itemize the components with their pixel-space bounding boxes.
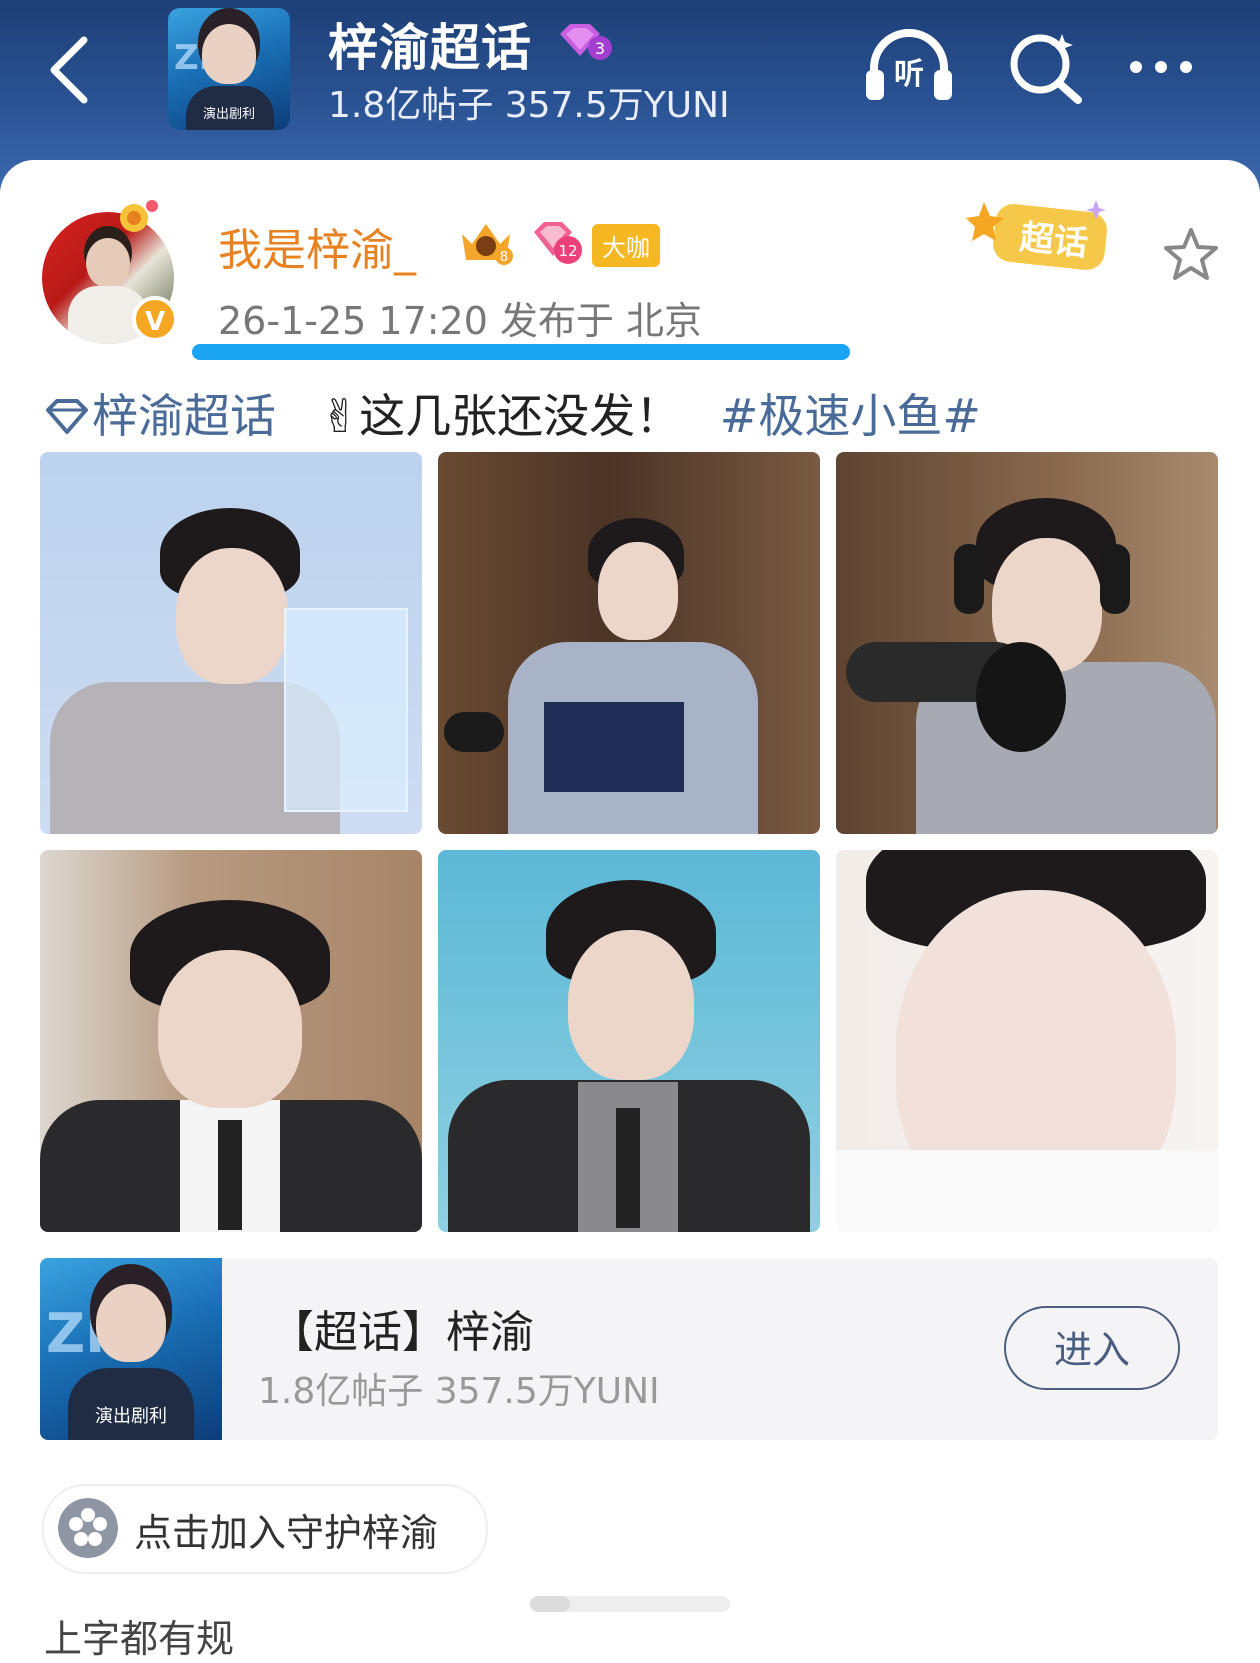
- verified-icon: V: [132, 296, 178, 342]
- hashtag-link[interactable]: #极速小鱼#: [720, 389, 981, 443]
- join-guard-label: 点击加入守护梓渝: [134, 1511, 439, 1555]
- vip-tag: 大咖: [592, 224, 660, 267]
- enter-button[interactable]: 进入: [1004, 1306, 1180, 1390]
- svg-text:听: 听: [894, 57, 924, 92]
- svg-text:12: 12: [558, 242, 577, 260]
- photo-5[interactable]: [438, 850, 820, 1232]
- search-icon[interactable]: [1006, 28, 1084, 106]
- topic-link[interactable]: 梓渝超话: [92, 389, 276, 443]
- username[interactable]: 我是梓渝_: [218, 214, 416, 278]
- thumb-caption: 演出剧利: [95, 1406, 167, 1427]
- page-indicator: [530, 1596, 730, 1612]
- photo-2[interactable]: [438, 452, 820, 834]
- crown-badge-icon: 8: [462, 224, 513, 265]
- post-text: ✌这几张还没发！: [320, 389, 682, 443]
- star-icon[interactable]: [1162, 226, 1220, 282]
- truncated-next-text: 上字都有规: [44, 1617, 235, 1661]
- post-meta: 26-1-25 17:20 发布于 北京: [218, 299, 703, 343]
- photo-3[interactable]: [836, 452, 1218, 834]
- header-stats: 1.8亿帖子 357.5万YUNI: [328, 85, 730, 126]
- supertopic-card-stats: 1.8亿帖子 357.5万YUNI: [258, 1371, 660, 1412]
- photo-6[interactable]: [836, 850, 1218, 1232]
- thumb-caption: 演出剧利: [202, 107, 255, 122]
- supertopic-card-title: 【超话】梓渝: [270, 1307, 534, 1358]
- flower-icon: [58, 1498, 118, 1558]
- svg-text:8: 8: [500, 250, 508, 265]
- supertopic-card-thumbnail: ZI 演出剧利: [40, 1258, 222, 1440]
- chaohua-badge[interactable]: 超话: [966, 194, 1136, 280]
- listen-icon[interactable]: 听: [864, 26, 954, 106]
- back-icon[interactable]: [44, 34, 98, 106]
- svg-text:3: 3: [595, 39, 605, 58]
- page-title: 梓渝超话: [328, 19, 532, 77]
- svg-text:超话: 超话: [1018, 218, 1090, 265]
- supertopic-diamond-icon: [46, 399, 88, 434]
- supertopic-thumbnail[interactable]: ZI 演出剧利: [168, 8, 290, 130]
- more-icon[interactable]: [1130, 58, 1210, 78]
- photo-4[interactable]: [40, 850, 422, 1232]
- post-content: 梓渝超话 ✌这几张还没发！ #极速小鱼#: [44, 380, 981, 446]
- level-badge-icon: 3: [560, 24, 612, 60]
- avatar-decoration-icon: [120, 200, 158, 232]
- photo-1[interactable]: [40, 452, 422, 834]
- gem-level-icon: 12: [534, 222, 582, 264]
- highlight-underline: [192, 344, 850, 360]
